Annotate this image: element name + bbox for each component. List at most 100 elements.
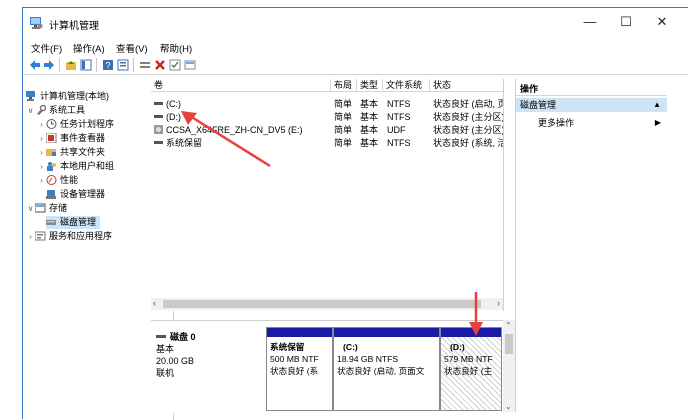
status-cell: 状态良好 (系统, 活动, xyxy=(433,138,503,148)
chevron-right-icon[interactable]: › xyxy=(37,160,46,173)
more-actions-item[interactable]: 更多操作 ▶ xyxy=(516,116,667,130)
actions-header: 操作 xyxy=(516,82,667,96)
volume-icon xyxy=(154,102,163,105)
tree-storage[interactable]: ∨ 存储 xyxy=(26,202,67,215)
filesystem-cell: NTFS xyxy=(387,99,411,109)
chevron-right-icon[interactable]: › xyxy=(37,174,46,187)
tree-item-event-viewer[interactable]: › 事件查看器 xyxy=(37,132,105,145)
partition-name: (C:) xyxy=(343,342,358,352)
status-cell: 状态良好 (主分区) xyxy=(433,125,503,135)
collapse-up-icon[interactable]: ▲ xyxy=(653,98,661,112)
tree-item-device-manager[interactable]: 设备管理器 xyxy=(46,188,105,201)
disk-name: 磁盘 0 xyxy=(156,331,238,343)
partition-d[interactable]: (D:) 579 MB NTF 状态良好 (主 xyxy=(440,327,502,411)
tree-item-task-scheduler[interactable]: › 任务计划程序 xyxy=(37,118,114,131)
menu-file[interactable]: 文件(F) xyxy=(31,41,62,55)
actions-section-disk-management[interactable]: 磁盘管理 ▲ xyxy=(516,98,667,112)
partition-bar xyxy=(267,328,332,337)
tree-item-label: 共享文件夹 xyxy=(60,147,106,157)
scroll-right-icon[interactable]: › xyxy=(497,298,500,308)
partition-c[interactable]: (C:) 18.94 GB NTFS 状态良好 (启动, 页面文 xyxy=(333,327,440,411)
filesystem-cell: UDF xyxy=(387,125,406,135)
scroll-down-icon[interactable]: ⌄ xyxy=(505,402,512,411)
services-icon xyxy=(35,231,46,241)
scroll-up-icon[interactable]: ⌃ xyxy=(505,321,512,330)
show-hide-tree-icon[interactable] xyxy=(80,59,92,71)
column-header-filesystem[interactable]: 文件系统 xyxy=(383,79,430,91)
disk-icon xyxy=(156,335,166,338)
tree-item-disk-management[interactable]: 磁盘管理 xyxy=(46,216,101,229)
chevron-down-icon[interactable]: ∨ xyxy=(26,104,35,117)
disk-state: 联机 xyxy=(156,368,175,378)
disk-pane-vscrollbar[interactable]: ⌃ ⌄ xyxy=(503,320,515,412)
close-button[interactable]: ✕ xyxy=(651,12,673,32)
chevron-right-icon[interactable]: › xyxy=(37,146,46,159)
maximize-button[interactable]: ☐ xyxy=(615,12,637,32)
tree-system-tools-label: 系统工具 xyxy=(49,105,86,115)
tree-item-shared-folders[interactable]: › 共享文件夹 xyxy=(37,146,105,159)
menu-bar: 文件(F) 操作(A) 查看(V) 帮助(H) xyxy=(23,39,688,55)
menu-view[interactable]: 查看(V) xyxy=(116,41,148,55)
red-arrow-annotation-icon xyxy=(469,292,483,336)
tree-root[interactable]: 计算机管理(本地) xyxy=(26,90,109,103)
chevron-right-icon[interactable]: › xyxy=(26,230,35,243)
menu-help[interactable]: 帮助(H) xyxy=(160,41,192,55)
column-header-layout[interactable]: 布局 xyxy=(331,79,357,91)
volume-icon xyxy=(154,141,163,144)
shared-folder-icon xyxy=(46,149,56,156)
dvd-icon xyxy=(154,125,163,134)
column-header-volume[interactable]: 卷 xyxy=(151,79,331,91)
tree-root-label: 计算机管理(本地) xyxy=(40,91,109,101)
layout-cell: 简单 xyxy=(334,112,353,122)
view-icon[interactable] xyxy=(184,59,196,71)
layout-cell: 简单 xyxy=(334,99,353,109)
event-viewer-icon xyxy=(46,133,57,143)
disk-management-icon xyxy=(46,220,56,225)
properties-icon[interactable] xyxy=(117,59,129,71)
scroll-left-icon[interactable]: ‹ xyxy=(153,298,156,308)
hscroll-thumb[interactable] xyxy=(163,300,481,308)
delete-icon[interactable] xyxy=(154,59,166,71)
vscroll-thumb[interactable] xyxy=(505,334,513,354)
submenu-arrow-icon: ▶ xyxy=(654,118,661,127)
disk-0-info[interactable]: 磁盘 0 基本 20.00 GB 联机 xyxy=(156,331,238,379)
svg-text:?: ? xyxy=(105,61,110,71)
tree-item-performance[interactable]: › 性能 xyxy=(37,174,78,187)
column-header-status[interactable]: 状态 xyxy=(430,79,503,91)
volume-list-hscrollbar[interactable]: ‹ › xyxy=(151,298,503,310)
partition-status: 状态良好 (系 xyxy=(270,366,319,376)
back-icon[interactable] xyxy=(29,59,41,71)
tree-system-tools[interactable]: ∨ 系统工具 xyxy=(26,104,85,117)
partition-size: 579 MB NTF xyxy=(444,354,493,364)
partition-status: 状态良好 (启动, 页面文 xyxy=(337,366,425,376)
help-icon[interactable]: ? xyxy=(102,59,114,71)
chevron-right-icon[interactable]: › xyxy=(37,118,46,131)
minimize-button[interactable]: — xyxy=(579,12,601,32)
check-icon[interactable] xyxy=(169,59,181,71)
type-cell: 基本 xyxy=(360,112,379,122)
actions-pane: 操作 磁盘管理 ▲ 更多操作 ▶ xyxy=(515,79,667,412)
column-header-type[interactable]: 类型 xyxy=(357,79,383,91)
chevron-down-icon[interactable]: ∨ xyxy=(26,202,35,215)
tree-item-local-users[interactable]: › 本地用户和组 xyxy=(37,160,114,173)
disk-layout-pane: 磁盘 0 基本 20.00 GB 联机 系统保留 500 MB NTF 状态良好… xyxy=(151,320,503,413)
forward-icon[interactable] xyxy=(43,59,55,71)
toolbar-separator xyxy=(133,58,134,72)
users-icon xyxy=(47,162,56,171)
chevron-right-icon[interactable]: › xyxy=(37,132,46,145)
window-title: 计算机管理 xyxy=(49,21,99,32)
menu-action[interactable]: 操作(A) xyxy=(73,41,105,55)
up-folder-icon[interactable] xyxy=(65,59,77,71)
partition-system-reserved[interactable]: 系统保留 500 MB NTF 状态良好 (系 xyxy=(266,327,333,411)
tree-item-label: 任务计划程序 xyxy=(60,119,115,129)
connect-icon[interactable] xyxy=(139,59,151,71)
computer-management-icon xyxy=(26,91,35,101)
more-actions-label: 更多操作 xyxy=(538,118,575,128)
volume-icon xyxy=(154,115,163,118)
system-tools-icon xyxy=(37,105,46,115)
computer-management-icon xyxy=(30,17,43,29)
tree-item-label: 性能 xyxy=(60,175,79,185)
disk-type: 基本 xyxy=(156,344,175,354)
partition-size: 500 MB NTF xyxy=(270,354,319,364)
tree-services-apps[interactable]: › 服务和应用程序 xyxy=(26,230,112,243)
